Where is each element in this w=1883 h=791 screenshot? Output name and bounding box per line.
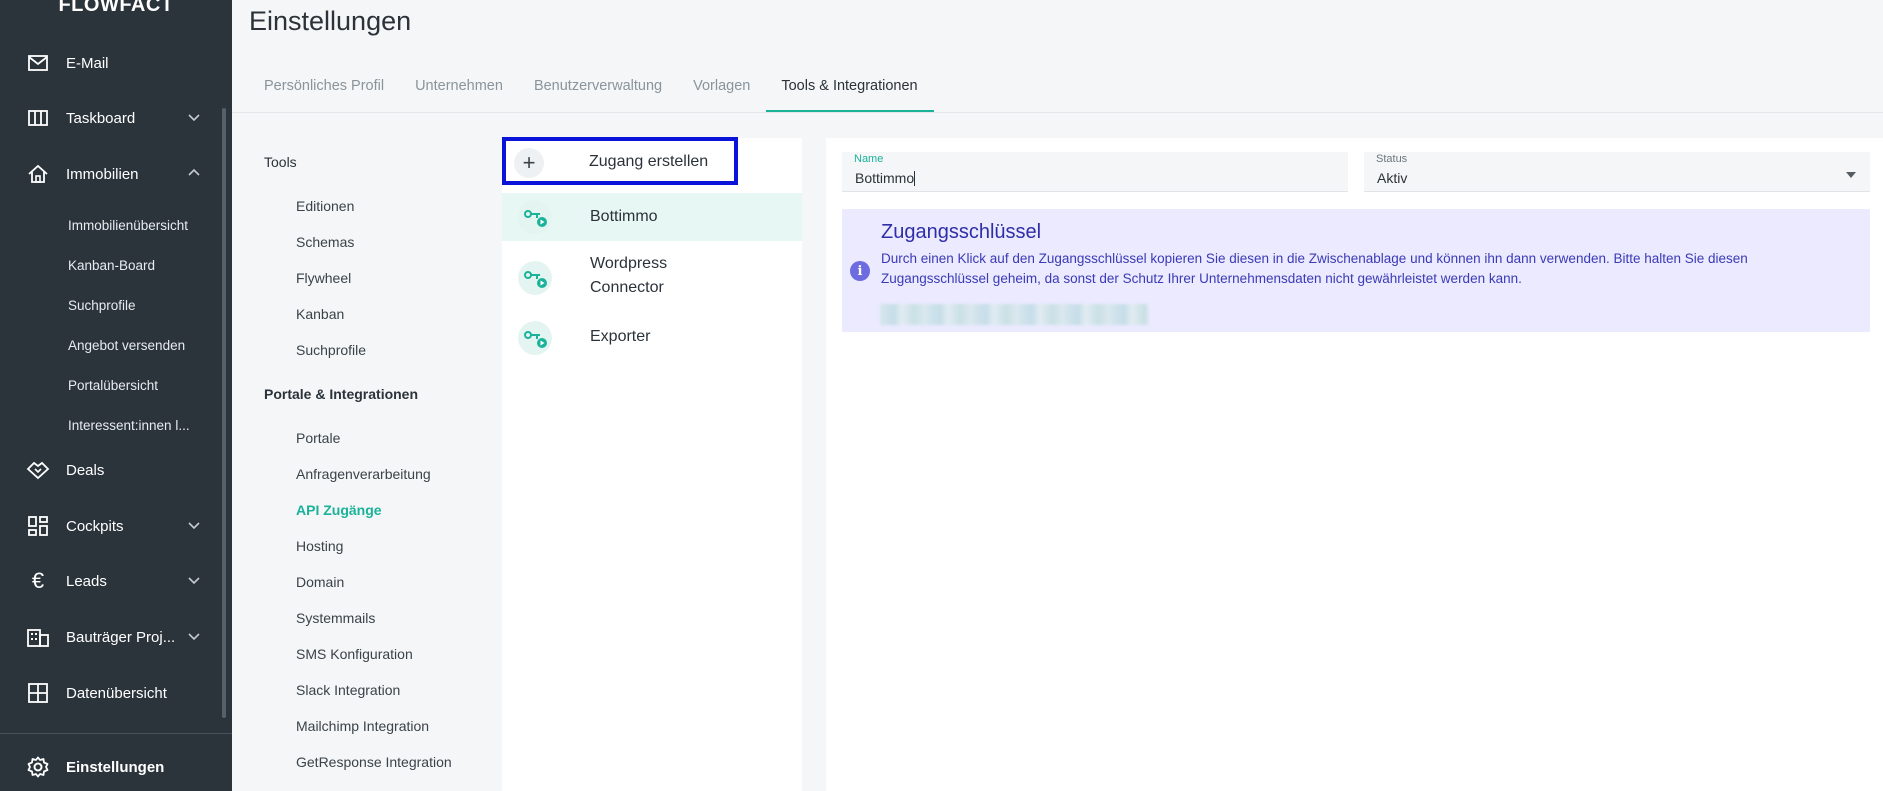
sidebar-subitem-portaluebersicht[interactable]: Portalübersicht [68, 378, 158, 393]
sidebar-item-taskboard[interactable]: Taskboard [0, 98, 220, 138]
create-access-button[interactable]: + Zugang erstellen [502, 137, 738, 185]
tab-vorlagen[interactable]: Vorlagen [678, 68, 766, 112]
chevron-up-icon[interactable] [186, 165, 202, 181]
settings-nav-item[interactable]: Anfragenverarbeitung [296, 466, 431, 482]
sidebar-item-email[interactable]: E-Mail [0, 43, 220, 83]
grid-icon [26, 682, 50, 704]
sidebar-subitem-interessenten[interactable]: Interessent:innen l... [68, 418, 190, 433]
gear-icon [26, 756, 50, 778]
sidebar-subitem-kanban-board[interactable]: Kanban-Board [68, 258, 155, 273]
create-access-label: Zugang erstellen [589, 153, 709, 170]
handshake-icon [26, 459, 50, 481]
sidebar-divider [0, 733, 232, 734]
sidebar: FLOWFACT E-Mail Taskboard Immobilien Imm… [0, 0, 232, 791]
tab-tools-integrationen[interactable]: Tools & Integrationen [766, 68, 934, 112]
name-field-label: Name [854, 153, 884, 165]
settings-nav-item[interactable]: Flywheel [296, 270, 351, 286]
sidebar-subitem-suchprofile[interactable]: Suchprofile [68, 298, 136, 313]
status-field-label: Status [1376, 153, 1408, 165]
sidebar-item-einstellungen[interactable]: Einstellungen [0, 747, 220, 787]
chevron-down-icon[interactable] [186, 572, 202, 588]
sidebar-item-label: Cockpits [66, 517, 124, 535]
settings-nav-item[interactable]: Kanban [296, 306, 344, 322]
sidebar-item-label: Datenübersicht [66, 684, 167, 702]
settings-nav: Tools Editionen Schemas Flywheel Kanban … [232, 113, 502, 791]
access-key-value[interactable] [880, 304, 1148, 325]
euro-icon: € [31, 568, 45, 593]
sidebar-item-immobilien[interactable]: Immobilien [0, 154, 220, 194]
settings-nav-item-active[interactable]: API Zugänge [296, 502, 382, 518]
chevron-down-icon[interactable] [186, 517, 202, 533]
sidebar-item-leads[interactable]: € Leads [0, 561, 220, 601]
settings-nav-item[interactable]: Systemmails [296, 610, 375, 626]
settings-tabs: Persönliches Profil Unternehmen Benutzer… [249, 68, 934, 112]
tab-benutzerverwaltung[interactable]: Benutzerverwaltung [519, 68, 678, 112]
sidebar-item-cockpits[interactable]: Cockpits [0, 506, 220, 546]
list-item-label: Exporter [590, 328, 651, 345]
sidebar-item-label: Bauträger Proj... [66, 628, 176, 646]
list-item-label: Bottimmo [590, 208, 658, 225]
board-icon [26, 107, 50, 129]
settings-nav-item[interactable]: Suchprofile [296, 342, 366, 358]
settings-nav-item[interactable]: Slack Integration [296, 682, 400, 698]
sidebar-subitem-angebot-versenden[interactable]: Angebot versenden [68, 338, 185, 353]
mail-icon [26, 52, 50, 74]
section-heading-portale: Portale & Integrationen [264, 386, 419, 402]
api-key-icon [518, 261, 552, 295]
plus-icon: + [514, 148, 544, 178]
status-field-value: Aktiv [1377, 170, 1408, 186]
sidebar-item-datenuebersicht[interactable]: Datenübersicht [0, 673, 220, 713]
sidebar-item-label: Deals [66, 461, 105, 479]
settings-nav-item[interactable]: Mailchimp Integration [296, 718, 429, 734]
sidebar-item-label: Einstellungen [66, 758, 165, 776]
brand-logo: FLOWFACT [58, 0, 174, 16]
status-select[interactable]: Status Aktiv [1364, 152, 1870, 192]
sidebar-subitem-immobilienuebersicht[interactable]: Immobilienübersicht [68, 218, 188, 233]
info-icon: i [850, 261, 870, 281]
settings-nav-item[interactable]: Schemas [296, 234, 354, 250]
tab-persoenliches-profil[interactable]: Persönliches Profil [249, 68, 400, 112]
list-item[interactable]: Bottimmo [502, 193, 802, 241]
settings-nav-item[interactable]: Editionen [296, 198, 354, 214]
api-key-icon [518, 321, 552, 355]
name-field[interactable]: Name Bottimmo [842, 152, 1348, 192]
access-key-info-box: i Zugangsschlüssel Durch einen Klick auf… [842, 209, 1870, 332]
access-key-title: Zugangsschlüssel [881, 221, 1042, 243]
dropdown-arrow-icon[interactable] [1846, 172, 1856, 178]
sidebar-item-label: Taskboard [66, 109, 136, 127]
text-cursor [914, 171, 916, 186]
chevron-down-icon[interactable] [186, 628, 202, 644]
list-item-label: Wordpress Connector [590, 255, 668, 296]
sidebar-item-label: E-Mail [66, 54, 109, 72]
dashboard-icon [26, 515, 50, 537]
home-icon [26, 163, 50, 185]
chevron-down-icon[interactable] [186, 109, 202, 125]
tab-unternehmen[interactable]: Unternehmen [400, 68, 519, 112]
api-key-icon [518, 200, 552, 234]
sidebar-item-bautraeger[interactable]: Bauträger Proj... [0, 617, 220, 657]
sidebar-item-deals[interactable]: Deals [0, 450, 220, 490]
settings-nav-item[interactable]: SMS Konfiguration [296, 646, 413, 662]
list-item[interactable]: Exporter [502, 313, 802, 361]
sidebar-item-label: Immobilien [66, 165, 139, 183]
settings-nav-item[interactable]: Domain [296, 574, 344, 590]
sidebar-scrollbar[interactable] [222, 108, 226, 718]
list-item[interactable]: Wordpress Connector [502, 241, 802, 313]
access-key-description: Durch einen Klick auf den Zugangsschlüss… [881, 251, 1748, 286]
name-field-value[interactable]: Bottimmo [855, 170, 916, 186]
section-heading-tools: Tools [264, 154, 297, 170]
settings-nav-item[interactable]: Portale [296, 430, 340, 446]
building-icon [26, 626, 50, 648]
settings-nav-item[interactable]: Hosting [296, 538, 343, 554]
sidebar-item-label: Leads [66, 572, 107, 590]
settings-nav-item[interactable]: GetResponse Integration [296, 754, 452, 770]
page-title: Einstellungen [249, 6, 412, 36]
